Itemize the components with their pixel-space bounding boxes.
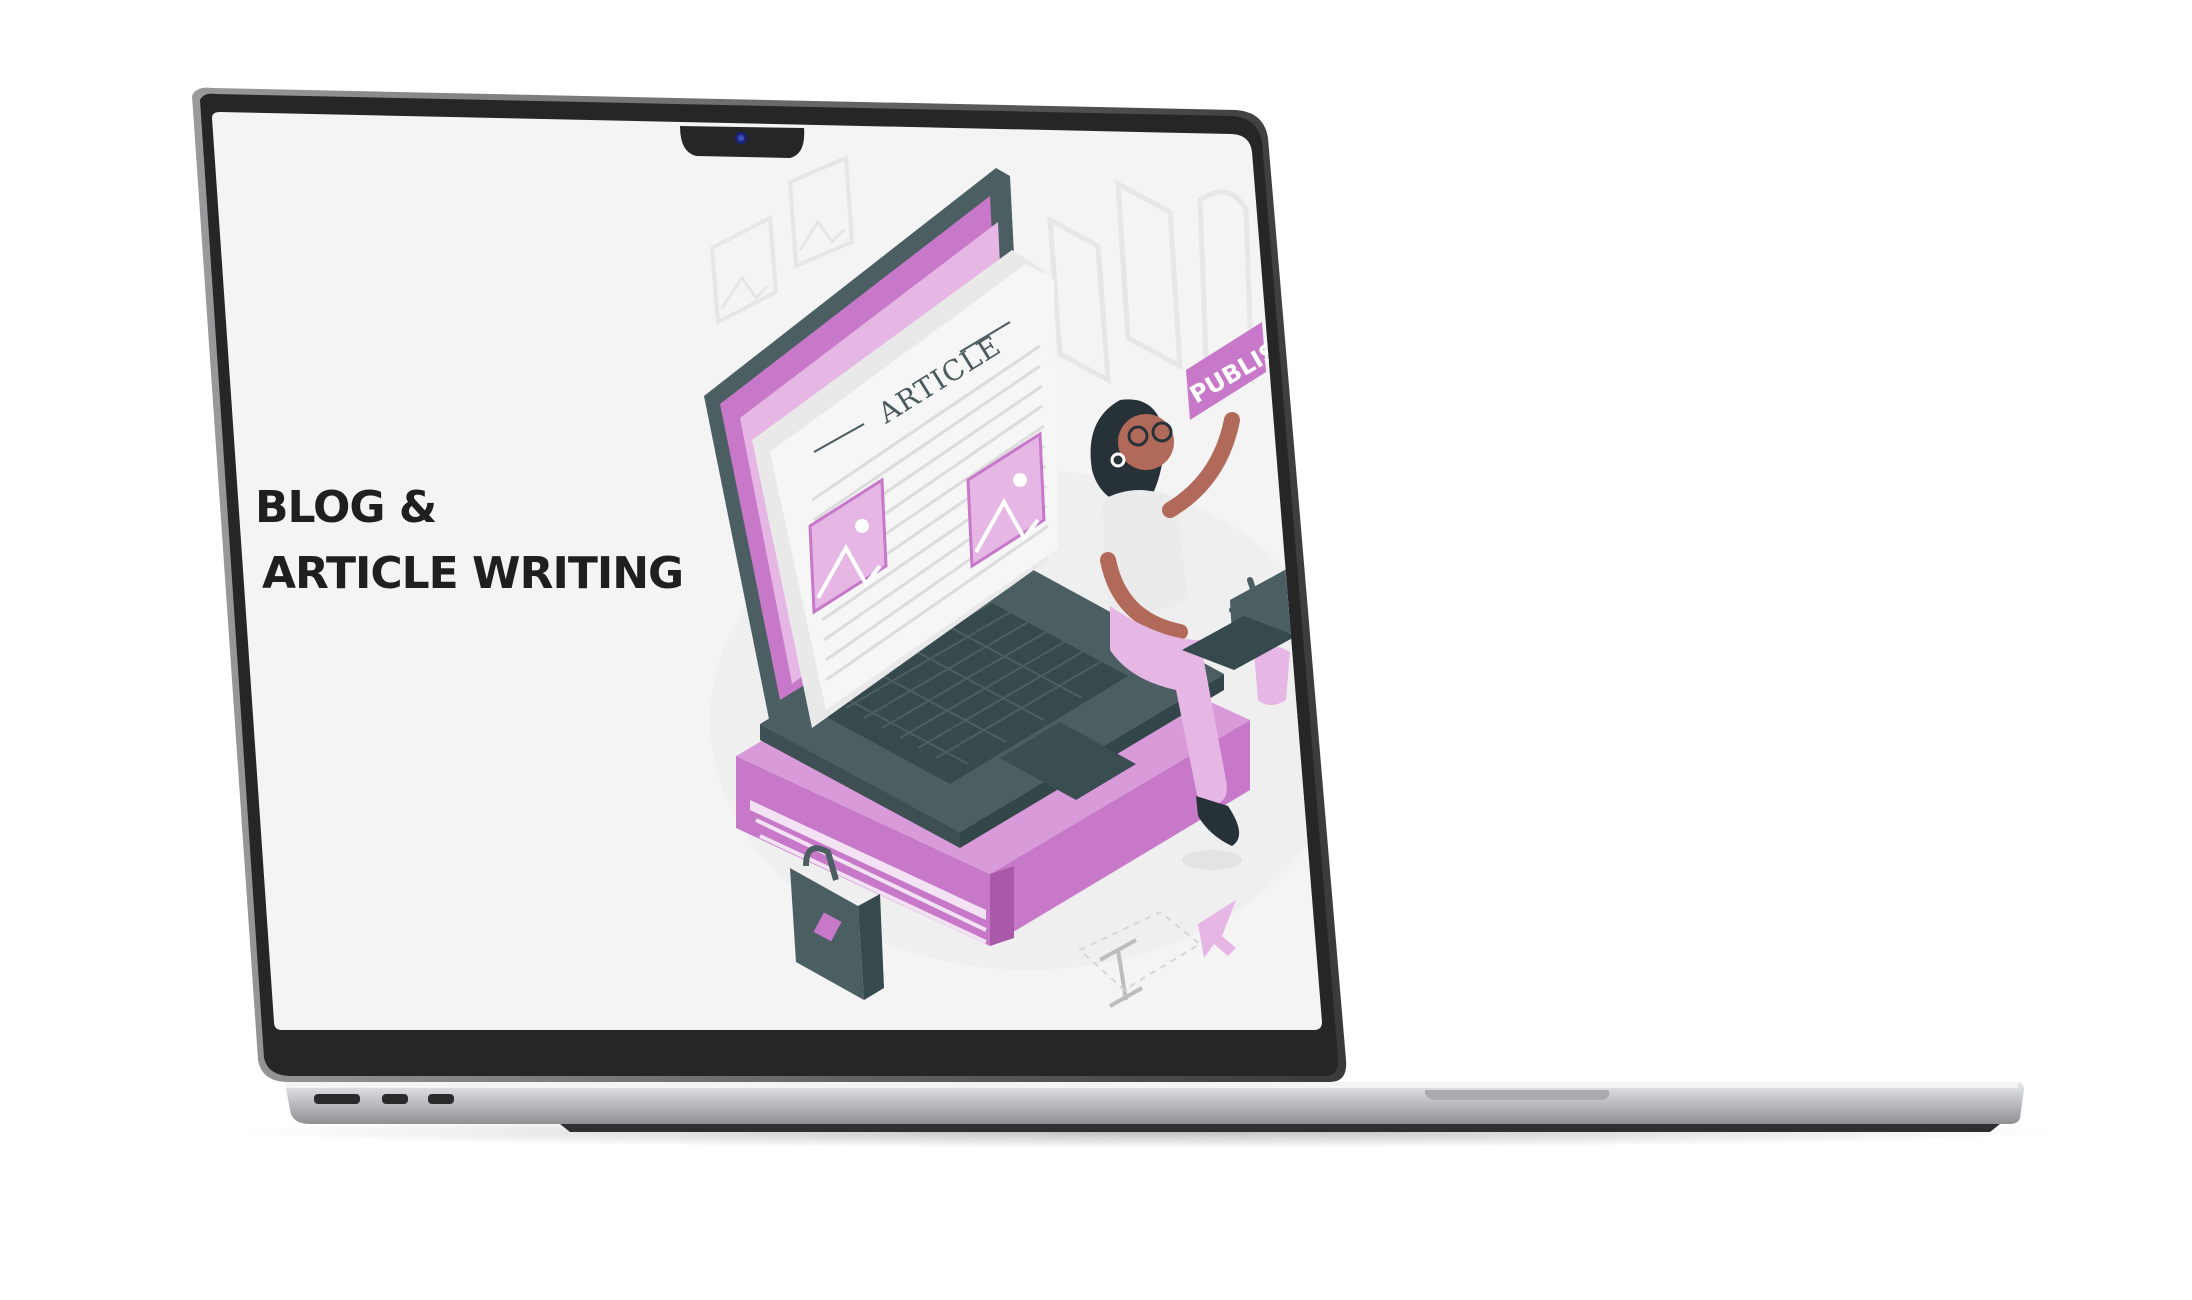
trackpad-notch	[1424, 1090, 1610, 1100]
headline-line-2: ARTICLE WRITING	[262, 548, 683, 599]
screen: BLOG & ARTICLE WRITING ARTICLE PUBLISH	[212, 112, 1322, 1030]
laptop-mockup-svg: BLOG & ARTICLE WRITING ARTICLE PUBLISH	[192, 87, 2070, 1148]
laptop-mockup-scene: BLOG & ARTICLE WRITING ARTICLE PUBLISH	[0, 0, 2192, 1300]
screen-bottom-bezel	[278, 1030, 1324, 1062]
usb-c-port-2	[428, 1094, 454, 1104]
camera-notch	[680, 126, 805, 158]
usb-c-port-1	[382, 1094, 408, 1104]
headline-line-1: BLOG &	[255, 482, 436, 533]
magsafe-port	[314, 1094, 360, 1104]
